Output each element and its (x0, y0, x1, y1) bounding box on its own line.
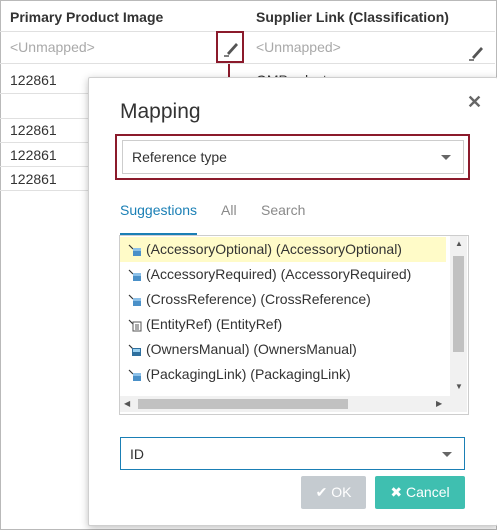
list-item[interactable]: (AccessoryOptional) (AccessoryOptional) (120, 237, 446, 262)
scroll-right-icon[interactable]: ▶ (436, 399, 442, 408)
annotation-highlight (216, 31, 244, 63)
table-row: 122861 (10, 171, 57, 187)
unmapped-cell-supplier-link[interactable]: <Unmapped> (256, 39, 341, 55)
cancel-button[interactable]: ✖ Cancel (375, 476, 465, 509)
list-item[interactable]: (AccessoryRequired) (AccessoryRequired) (120, 262, 446, 287)
list-item[interactable]: (PackagingLink) (PackagingLink) (120, 362, 446, 387)
scroll-up-icon[interactable]: ▲ (455, 239, 463, 248)
divider (0, 63, 495, 64)
check-icon: ✔ (315, 484, 328, 500)
cube-link-icon (128, 294, 141, 306)
cube-link-icon (128, 269, 141, 281)
column-header-supplier-link: Supplier Link (Classification) (256, 9, 449, 25)
ok-button[interactable]: ✔ OK (301, 476, 366, 509)
reference-type-select[interactable]: Reference type (122, 140, 464, 174)
mapping-dialog: Mapping ✕ Reference type Suggestions All… (88, 77, 497, 526)
scroll-thumb[interactable] (138, 399, 348, 409)
close-icon: ✖ (390, 484, 403, 500)
table-row: 122861 (10, 147, 57, 163)
close-icon[interactable]: ✕ (467, 92, 482, 113)
chevron-down-icon (442, 451, 452, 457)
scroll-down-icon[interactable]: ▼ (455, 382, 463, 391)
list-item[interactable]: (CrossReference) (CrossReference) (120, 287, 446, 312)
id-select[interactable]: ID (120, 437, 465, 470)
scroll-thumb[interactable] (453, 256, 464, 352)
reference-type-value: Reference type (132, 149, 227, 165)
pencil-icon[interactable] (464, 38, 490, 64)
suggestions-list[interactable]: (AccessoryOptional) (AccessoryOptional) … (119, 235, 469, 415)
divider (0, 31, 495, 32)
chevron-down-icon (441, 155, 451, 160)
cube-link-icon (128, 369, 141, 381)
column-header-primary-product-image: Primary Product Image (10, 9, 164, 25)
list-item[interactable]: (EntityRef) (EntityRef) (120, 312, 446, 337)
horizontal-scrollbar[interactable]: ◀ ▶ (120, 396, 450, 412)
unmapped-cell-primary-image[interactable]: <Unmapped> (10, 39, 95, 55)
document-link-icon (128, 344, 141, 356)
table-row: 122861 (10, 72, 57, 88)
id-select-value: ID (130, 445, 144, 462)
scroll-left-icon[interactable]: ◀ (124, 399, 130, 408)
table-row: 122861 (10, 122, 57, 138)
vertical-scrollbar[interactable]: ▲ ▼ (450, 236, 467, 412)
tab-search[interactable]: Search (261, 202, 305, 218)
cube-link-icon (128, 244, 141, 256)
tab-suggestions[interactable]: Suggestions (120, 202, 197, 218)
list-item[interactable]: (OwnersManual) (OwnersManual) (120, 337, 446, 362)
tab-all[interactable]: All (221, 202, 237, 218)
dialog-title: Mapping (120, 100, 201, 123)
entity-ref-icon (128, 319, 142, 332)
